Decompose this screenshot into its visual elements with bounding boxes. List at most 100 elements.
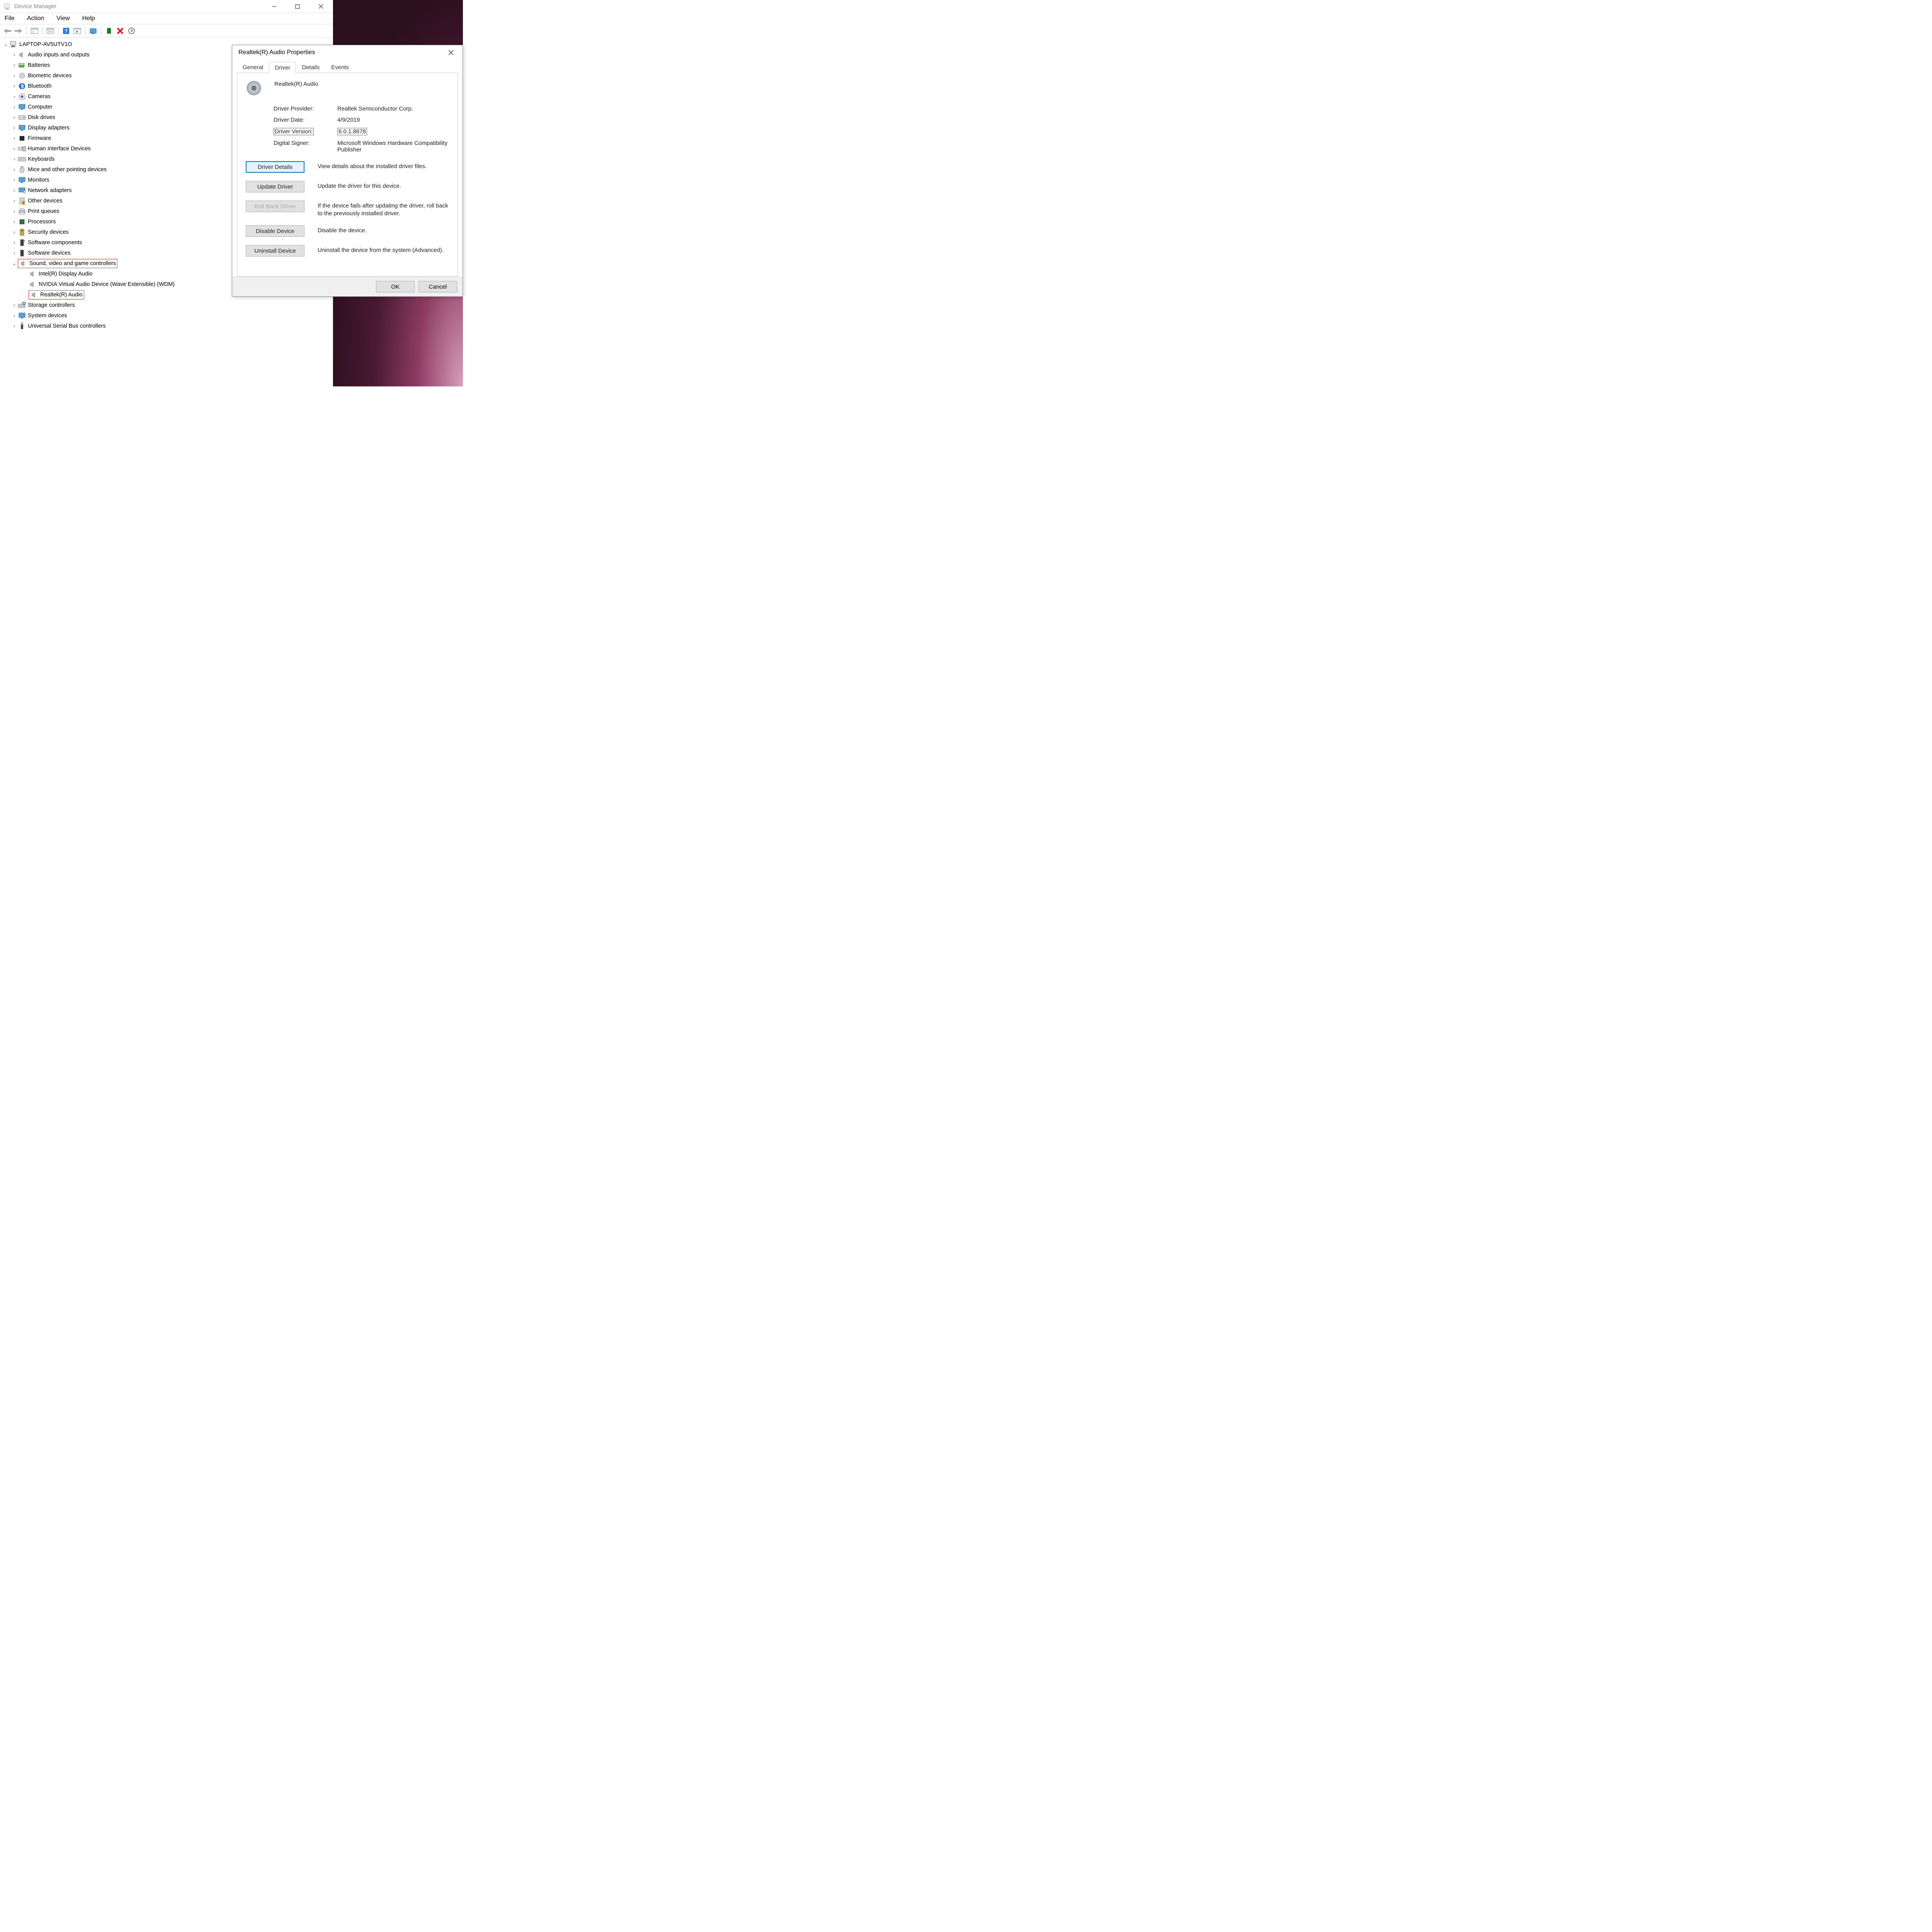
- uninstall-device-button[interactable]: [115, 26, 126, 36]
- scan-hardware-button[interactable]: [72, 26, 83, 36]
- chevron-right-icon[interactable]: ›: [11, 125, 18, 131]
- menu-file[interactable]: File: [3, 14, 16, 23]
- category-icon: [18, 82, 26, 90]
- window-title: Device Manager: [14, 3, 56, 10]
- ok-button[interactable]: OK: [376, 281, 415, 293]
- chevron-right-icon[interactable]: ›: [11, 146, 18, 151]
- category-label: Sound, video and game controllers: [29, 260, 116, 267]
- category-label: Mice and other pointing devices: [28, 167, 107, 173]
- tab-general[interactable]: General: [237, 61, 269, 73]
- disable-device-button[interactable]: Disable Device: [246, 225, 304, 237]
- toolbar: ?: [0, 24, 333, 37]
- category-icon: [18, 113, 26, 122]
- category-icon: [18, 301, 26, 310]
- speaker-icon: [19, 259, 28, 268]
- category-icon: [18, 176, 26, 184]
- driver-details-button[interactable]: Driver Details: [246, 161, 304, 173]
- menu-action[interactable]: Action: [26, 14, 46, 23]
- category-label: Firmware: [28, 135, 51, 141]
- category-icon: [18, 186, 26, 195]
- menubar: File Action View Help: [0, 13, 333, 24]
- tree-category[interactable]: ›System devices: [2, 310, 333, 321]
- chevron-right-icon[interactable]: ›: [11, 229, 18, 235]
- signer-value: Microsoft Windows Hardware Compatibility…: [337, 140, 450, 153]
- rollback-driver-button: Roll Back Driver: [246, 201, 304, 212]
- version-value: 6.0.1.8678: [337, 128, 367, 135]
- category-icon: [18, 61, 26, 70]
- chevron-right-icon[interactable]: ›: [11, 52, 18, 58]
- enable-device-button[interactable]: [104, 26, 114, 36]
- category-icon: [18, 228, 26, 236]
- speaker-icon: [29, 280, 37, 289]
- category-icon: [18, 145, 26, 153]
- chevron-right-icon[interactable]: ›: [11, 198, 18, 204]
- update-driver-button[interactable]: [88, 26, 99, 36]
- chevron-right-icon[interactable]: ›: [11, 240, 18, 245]
- chevron-right-icon[interactable]: ›: [11, 313, 18, 318]
- chevron-right-icon[interactable]: ›: [11, 187, 18, 193]
- category-icon: [18, 134, 26, 143]
- show-hide-tree-button[interactable]: [29, 26, 40, 36]
- category-label: Network adapters: [28, 187, 72, 194]
- titlebar[interactable]: Device Manager: [0, 0, 333, 13]
- tab-details[interactable]: Details: [296, 61, 325, 73]
- chevron-right-icon[interactable]: ›: [11, 156, 18, 162]
- uninstall-device-button[interactable]: Uninstall Device: [246, 245, 304, 257]
- chevron-right-icon[interactable]: ›: [11, 135, 18, 141]
- dialog-titlebar[interactable]: Realtek(R) Audio Properties: [232, 45, 463, 60]
- help-button[interactable]: ?: [61, 26, 71, 36]
- close-button[interactable]: [309, 0, 332, 13]
- chevron-right-icon[interactable]: ›: [11, 62, 18, 68]
- update-driver-button[interactable]: Update Driver: [246, 181, 304, 192]
- maximize-button[interactable]: [286, 0, 309, 13]
- minimize-button[interactable]: [263, 0, 286, 13]
- tree-category[interactable]: › Storage controllers: [2, 300, 333, 310]
- speaker-icon: [29, 270, 37, 278]
- root-label: LAPTOP-AV5UTV1O: [19, 41, 72, 48]
- disable-device-desc: Disable the device.: [318, 225, 450, 235]
- device-label: Realtek(R) Audio: [40, 292, 83, 298]
- chevron-right-icon[interactable]: ›: [11, 94, 18, 99]
- chevron-right-icon[interactable]: ›: [11, 114, 18, 120]
- disable-device-button[interactable]: [126, 26, 137, 36]
- menu-help[interactable]: Help: [81, 14, 97, 23]
- device-label: NVIDIA Virtual Audio Device (Wave Extens…: [39, 281, 175, 287]
- properties-icon-button[interactable]: [45, 26, 56, 36]
- category-label: Other devices: [28, 198, 62, 204]
- chevron-right-icon[interactable]: ›: [11, 177, 18, 183]
- category-icon: [18, 124, 26, 132]
- category-label: Software components: [28, 240, 82, 246]
- category-icon: [18, 238, 26, 247]
- chevron-right-icon[interactable]: ›: [11, 208, 18, 214]
- category-icon: [18, 92, 26, 101]
- forward-button[interactable]: [13, 26, 24, 36]
- chevron-down-icon[interactable]: ⌄: [11, 260, 18, 267]
- menu-view[interactable]: View: [55, 14, 71, 23]
- device-name: Realtek(R) Audio: [274, 80, 318, 87]
- chevron-right-icon[interactable]: ›: [11, 83, 18, 89]
- chevron-right-icon[interactable]: ›: [11, 302, 18, 308]
- chevron-right-icon[interactable]: ›: [11, 104, 18, 110]
- cancel-button[interactable]: Cancel: [418, 281, 457, 293]
- chevron-down-icon[interactable]: ⌄: [2, 41, 9, 48]
- category-label: Cameras: [28, 94, 51, 100]
- chevron-right-icon[interactable]: ›: [11, 250, 18, 256]
- tree-category[interactable]: ›Universal Serial Bus controllers: [2, 321, 333, 331]
- chevron-right-icon[interactable]: ›: [11, 323, 18, 329]
- chevron-right-icon[interactable]: ›: [11, 167, 18, 172]
- properties-dialog: Realtek(R) Audio Properties General Driv…: [232, 45, 463, 297]
- category-label: Display adapters: [28, 125, 70, 131]
- category-label: Monitors: [28, 177, 49, 183]
- category-icon: ?: [18, 197, 26, 205]
- close-button[interactable]: [442, 45, 459, 60]
- tab-driver[interactable]: Driver: [269, 62, 296, 73]
- chevron-right-icon[interactable]: ›: [11, 73, 18, 78]
- category-label: Audio inputs and outputs: [28, 52, 90, 58]
- chevron-right-icon[interactable]: ›: [11, 219, 18, 224]
- dialog-title-text: Realtek(R) Audio Properties: [238, 49, 315, 56]
- category-label: Bluetooth: [28, 83, 51, 89]
- back-button[interactable]: [2, 26, 13, 36]
- tab-events[interactable]: Events: [325, 61, 355, 73]
- date-value: 4/9/2019: [337, 117, 450, 123]
- category-label: Storage controllers: [28, 302, 75, 308]
